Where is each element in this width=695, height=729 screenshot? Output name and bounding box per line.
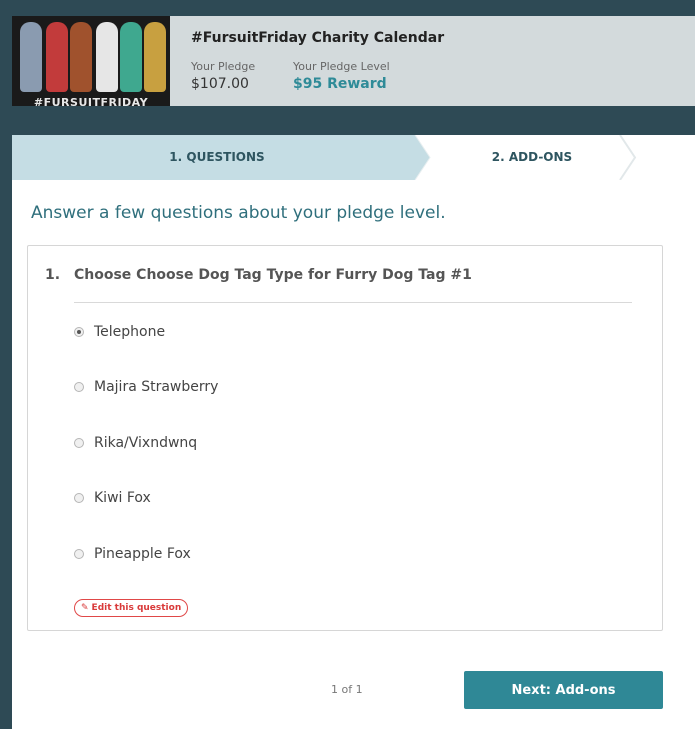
step-divider	[619, 135, 637, 180]
question-number: 1.	[45, 267, 61, 283]
option-label: Pineapple Fox	[94, 546, 191, 562]
pledge-value: $107.00	[191, 76, 249, 92]
pledge-manager-card: 1. QUESTIONS 2. ADD-ONS Answer a few que…	[12, 135, 695, 729]
edit-question-label: Edit this question	[91, 603, 182, 613]
option-rika-vixndwnq[interactable]: Rika/Vixndwnq	[74, 433, 197, 453]
campaign-title: #FursuitFriday Charity Calendar	[191, 30, 445, 46]
question-text: Choose Choose Dog Tag Type for Furry Dog…	[74, 267, 472, 283]
divider	[74, 302, 632, 303]
option-label: Rika/Vixndwnq	[94, 435, 198, 451]
option-kiwi-fox[interactable]: Kiwi Fox	[74, 488, 151, 508]
radio-button[interactable]	[74, 438, 84, 448]
option-label: Telephone	[94, 324, 166, 340]
step-questions[interactable]: 1. QUESTIONS	[112, 150, 322, 164]
option-pineapple-fox[interactable]: Pineapple Fox	[74, 544, 191, 564]
question-box: 1. Choose Choose Dog Tag Type for Furry …	[27, 245, 663, 631]
pledge-level-value: $95 Reward	[293, 76, 387, 92]
intro-text: Answer a few questions about your pledge…	[31, 203, 446, 223]
option-label: Majira Strawberry	[94, 379, 219, 395]
radio-button[interactable]	[74, 382, 84, 392]
option-majira-strawberry[interactable]: Majira Strawberry	[74, 377, 218, 397]
radio-button[interactable]	[74, 493, 84, 503]
option-telephone[interactable]: Telephone	[74, 322, 165, 342]
page-indicator: 1 of 1	[331, 683, 363, 696]
thumbnail-caption: #FURSUITFRIDAY	[33, 96, 149, 106]
radio-button[interactable]	[74, 549, 84, 559]
option-label: Kiwi Fox	[94, 490, 151, 506]
next-add-ons-button[interactable]: Next: Add-ons	[464, 671, 663, 709]
step-add-ons[interactable]: 2. ADD-ONS	[442, 150, 622, 164]
campaign-thumbnail: #FURSUITFRIDAY	[12, 16, 170, 106]
pencil-icon: ✎	[81, 603, 89, 613]
campaign-header: #FURSUITFRIDAY #FursuitFriday Charity Ca…	[12, 16, 695, 106]
pledge-label: Your Pledge	[191, 60, 256, 73]
edit-question-button[interactable]: ✎ Edit this question	[74, 599, 189, 617]
pledge-level-label: Your Pledge Level	[293, 60, 390, 73]
step-progress: 1. QUESTIONS 2. ADD-ONS	[12, 135, 695, 180]
radio-button-selected[interactable]	[74, 327, 84, 337]
